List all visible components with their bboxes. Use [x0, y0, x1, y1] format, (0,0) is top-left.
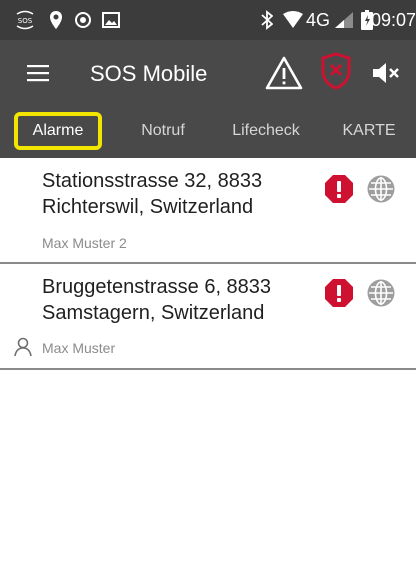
status-bar: SOS 4G 09:07 — [0, 0, 416, 40]
network-type: 4G — [306, 10, 331, 30]
alarm-address: Bruggetenstrasse 6, 8833 Samstagern, Swi… — [42, 276, 272, 324]
wifi-icon — [282, 10, 304, 30]
app-toolbar: SOS Mobile — [0, 40, 416, 108]
signal-icon — [334, 10, 354, 30]
person-icon — [14, 337, 34, 357]
menu-icon[interactable] — [26, 62, 50, 84]
alarm-user: Max Muster 2 — [42, 235, 127, 251]
record-icon — [74, 10, 92, 30]
svg-text:SOS: SOS — [18, 17, 33, 25]
location-pin-icon — [48, 10, 64, 30]
mute-icon[interactable] — [370, 58, 402, 88]
tab-alarme[interactable]: Alarme — [14, 108, 102, 158]
globe-icon — [366, 174, 396, 204]
sos-icon: SOS — [14, 10, 36, 30]
warning-icon[interactable] — [264, 53, 304, 93]
alarm-address: Stationsstrasse 32, 8833 Richterswil, Sw… — [42, 170, 263, 218]
tab-lifecheck[interactable]: Lifecheck — [214, 108, 318, 158]
image-icon — [102, 10, 120, 30]
app-title: SOS Mobile — [90, 61, 208, 86]
alert-icon — [324, 278, 354, 308]
tab-bar: Alarme Notruf Lifecheck KARTE — [0, 108, 416, 158]
tab-karte[interactable]: KARTE — [324, 108, 414, 158]
alarm-user: Max Muster — [42, 340, 116, 356]
alarm-list-item[interactable]: Bruggetenstrasse 6, 8833 Samstagern, Swi… — [0, 264, 416, 370]
tab-notruf[interactable]: Notruf — [118, 108, 208, 158]
alert-icon — [324, 174, 354, 204]
alarm-list-item[interactable]: Stationsstrasse 32, 8833 Richterswil, Sw… — [0, 158, 416, 264]
globe-icon — [366, 278, 396, 308]
clock: 09:07 — [371, 10, 416, 30]
shield-x-icon[interactable] — [318, 50, 354, 92]
bluetooth-icon — [260, 10, 274, 30]
